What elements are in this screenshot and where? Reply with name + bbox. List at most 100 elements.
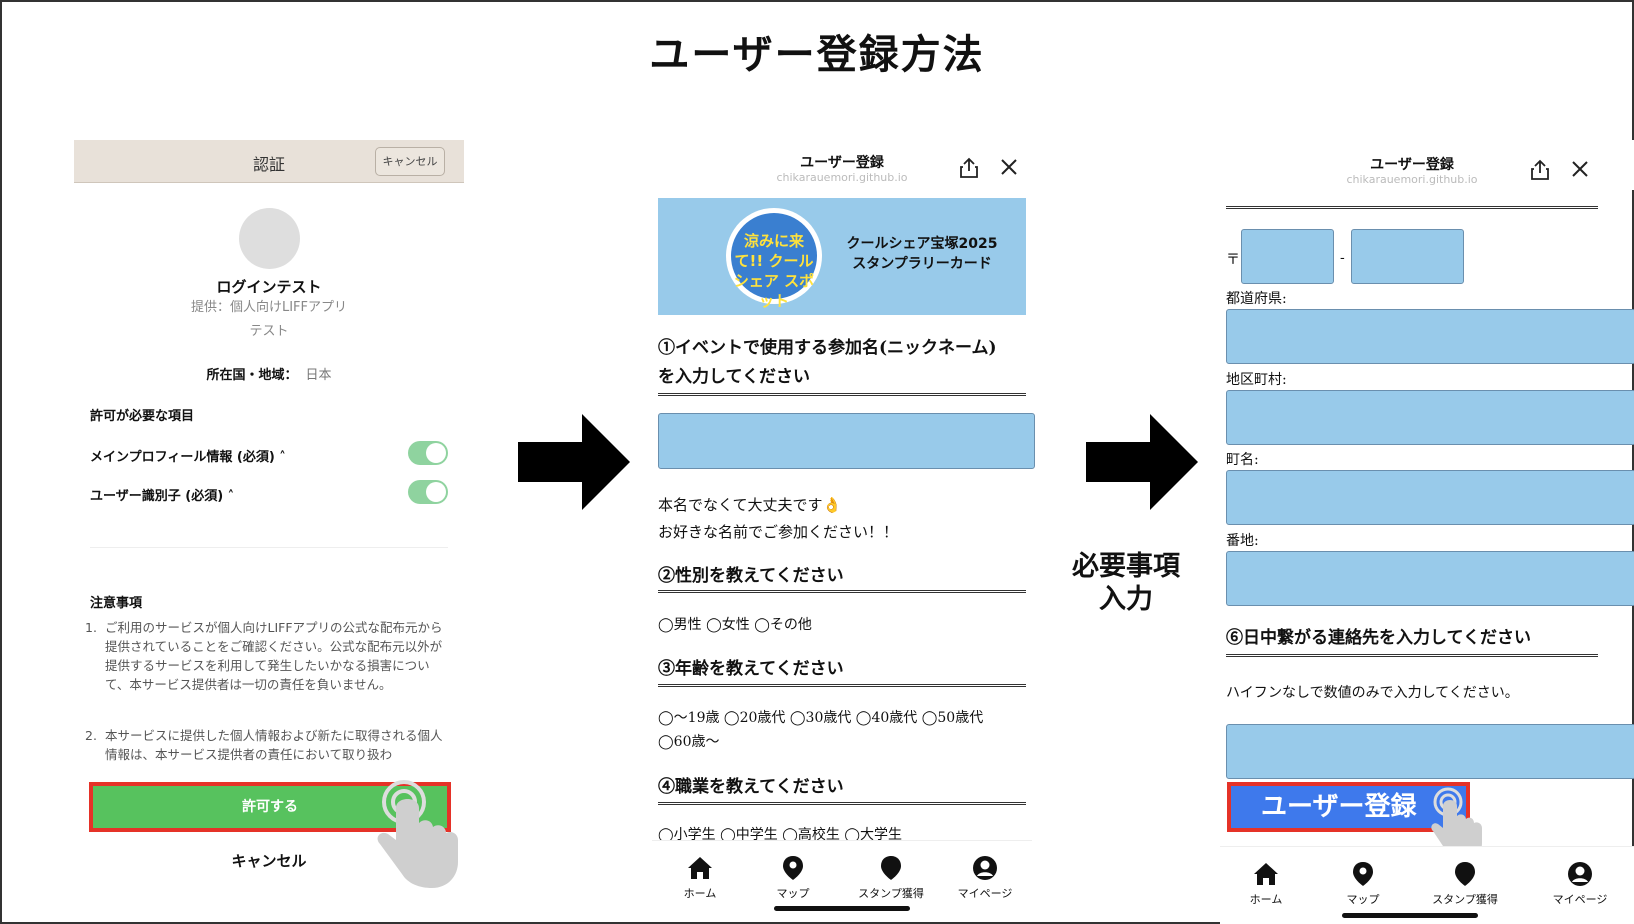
user-icon (973, 856, 997, 880)
home-indicator (774, 906, 910, 911)
banner-title-line2: スタンプラリーカード (852, 256, 992, 272)
banner-title: クールシェア宝塚2025 スタンプラリーカード (822, 234, 1022, 274)
header-cancel-button[interactable]: キャンセル (375, 147, 445, 176)
nav-label: マイページ (1552, 893, 1608, 906)
permissions-title: 許可が必要な項目 (90, 409, 195, 424)
question-1-line2: を入力してください (658, 367, 810, 387)
region-value: 日本 (305, 368, 332, 383)
prefecture-label: 都道府県: (1226, 291, 1287, 307)
nav-label: ホーム (683, 887, 717, 900)
question-1-line1: ①イベントで使用する参加名(ニックネーム) (658, 338, 997, 358)
share-icon[interactable] (959, 157, 979, 179)
nickname-input[interactable] (658, 413, 1035, 469)
user-icon (1568, 862, 1592, 886)
nav-map[interactable]: マップ (1323, 861, 1403, 907)
age-options[interactable]: ◯〜19歳 ◯20歳代 ◯30歳代 ◯40歳代 ◯50歳代 ◯60歳〜 (658, 706, 1030, 754)
nav-label: マイページ (957, 887, 1013, 900)
screen-url: chikarauemori.github.io (1346, 173, 1478, 186)
profile-toggle[interactable] (408, 441, 448, 465)
page-title: ユーザー登録方法 (649, 32, 985, 78)
nav-home[interactable]: ホーム (660, 855, 740, 901)
step-label: 必要事項 入力 (1056, 550, 1196, 616)
postal-code-first-input[interactable] (1241, 229, 1334, 284)
stamp-pin-icon (1455, 862, 1475, 886)
note-item-1: 1. ご利用のサービスが個人向けLIFFアプリの公式な配布元から提供されているこ… (85, 618, 449, 714)
note-text: ご利用のサービスが個人向けLIFFアプリの公式な配布元から提供されていることをご… (105, 620, 443, 692)
question-2: ②性別を教えてください (658, 566, 844, 586)
town-label: 町名: (1226, 452, 1259, 468)
nav-stamp[interactable]: スタンプ獲得 (1410, 861, 1520, 907)
note-number: 2. (85, 728, 97, 743)
divider (658, 393, 1026, 396)
nickname-note: 本名でなくて大丈夫です👌 お好きな名前でご参加ください！！ (658, 492, 898, 546)
note-item-2: 2. 本サービスに提供した個人情報および新たに取得される個人情報は、本サービス提… (85, 726, 449, 770)
close-icon[interactable] (1000, 158, 1018, 176)
nav-label: マップ (1346, 893, 1380, 906)
step-label-line2: 入力 (1099, 584, 1153, 615)
nickname-note-line1: 本名でなくて大丈夫です👌 (658, 496, 842, 514)
age-options-line2[interactable]: ◯60歳〜 (658, 730, 1030, 754)
question-3: ③年齢を教えてください (658, 659, 844, 679)
permission-label-profile[interactable]: メインプロフィール情報 (必須) ˄ (90, 446, 286, 465)
divider (658, 684, 1026, 687)
event-banner: 涼みに来て!! クール シェア スポット クールシェア宝塚2025 スタンプラリ… (658, 198, 1026, 315)
nav-map[interactable]: マップ (753, 855, 833, 901)
close-icon[interactable] (1571, 160, 1589, 178)
screen-title: ユーザー登録 (800, 155, 884, 171)
nav-label: スタンプ獲得 (858, 887, 924, 900)
stamp-pin-icon (881, 856, 901, 880)
city-label: 地区町村: (1226, 372, 1287, 388)
phone-input[interactable] (1226, 724, 1634, 779)
divider (90, 547, 448, 548)
notes-title: 注意事項 (90, 596, 143, 611)
nav-mypage[interactable]: マイページ (945, 855, 1025, 901)
map-pin-icon (783, 856, 803, 880)
step-label-line1: 必要事項 (1072, 551, 1180, 582)
provider-line-2: テスト (249, 324, 289, 339)
auth-header: 認証 キャンセル (74, 140, 464, 183)
home-indicator (1342, 913, 1478, 918)
event-logo-text: 涼みに来て!! クール シェア スポット (731, 213, 817, 310)
identifier-toggle[interactable] (408, 480, 448, 504)
postal-dash: - (1340, 250, 1345, 266)
banner-title-line1: クールシェア宝塚2025 (846, 236, 998, 252)
arrow-right-icon (1086, 414, 1198, 510)
home-icon (688, 857, 712, 879)
address-input[interactable] (1226, 551, 1634, 606)
screen-title: ユーザー登録 (1370, 157, 1454, 173)
question-6: ⑥日中繋がる連絡先を入力してください (1226, 628, 1531, 648)
divider (1226, 206, 1598, 209)
note-text: 本サービスに提供した個人情報および新たに取得される個人情報は、本サービス提供者の… (105, 728, 443, 762)
avatar (239, 208, 300, 269)
map-pin-icon (1353, 862, 1373, 886)
divider (1226, 654, 1598, 657)
prefecture-input[interactable] (1226, 309, 1634, 364)
city-input[interactable] (1226, 390, 1634, 445)
arrow-right-icon (518, 414, 630, 510)
address-label: 番地: (1226, 533, 1259, 549)
nav-label: マップ (776, 887, 810, 900)
nav-home[interactable]: ホーム (1226, 861, 1306, 907)
nav-stamp[interactable]: スタンプ獲得 (841, 855, 941, 901)
region-label: 所在国・地域： (206, 368, 298, 383)
nickname-note-line2: お好きな名前でご参加ください！！ (658, 523, 899, 541)
nav-label: スタンプ獲得 (1432, 893, 1498, 906)
permission-label-identifier[interactable]: ユーザー識別子 (必須) ˄ (90, 485, 234, 504)
gender-options[interactable]: ◯男性 ◯女性 ◯その他 (658, 613, 812, 637)
postal-mark: 〒 (1226, 252, 1240, 268)
screen-url: chikarauemori.github.io (776, 171, 908, 184)
phone-note: ハイフンなしで数値のみで入力してください。 (1226, 685, 1519, 701)
region-row: 所在国・地域： 日本 (74, 364, 464, 383)
home-icon (1254, 863, 1278, 885)
tap-hand-icon (377, 780, 458, 888)
town-input[interactable] (1226, 470, 1634, 525)
nav-label: ホーム (1249, 893, 1283, 906)
provider-line-1: 提供：個人向けLIFFアプリ (190, 300, 348, 315)
postal-code-second-input[interactable] (1351, 229, 1464, 284)
age-options-line1[interactable]: ◯〜19歳 ◯20歳代 ◯30歳代 ◯40歳代 ◯50歳代 (658, 706, 1030, 730)
question-1: ①イベントで使用する参加名(ニックネーム) を入力してください (658, 334, 1028, 392)
nav-mypage[interactable]: マイページ (1535, 861, 1625, 907)
share-icon[interactable] (1530, 159, 1550, 181)
divider (658, 802, 1026, 805)
event-logo: 涼みに来て!! クール シェア スポット (726, 208, 822, 310)
